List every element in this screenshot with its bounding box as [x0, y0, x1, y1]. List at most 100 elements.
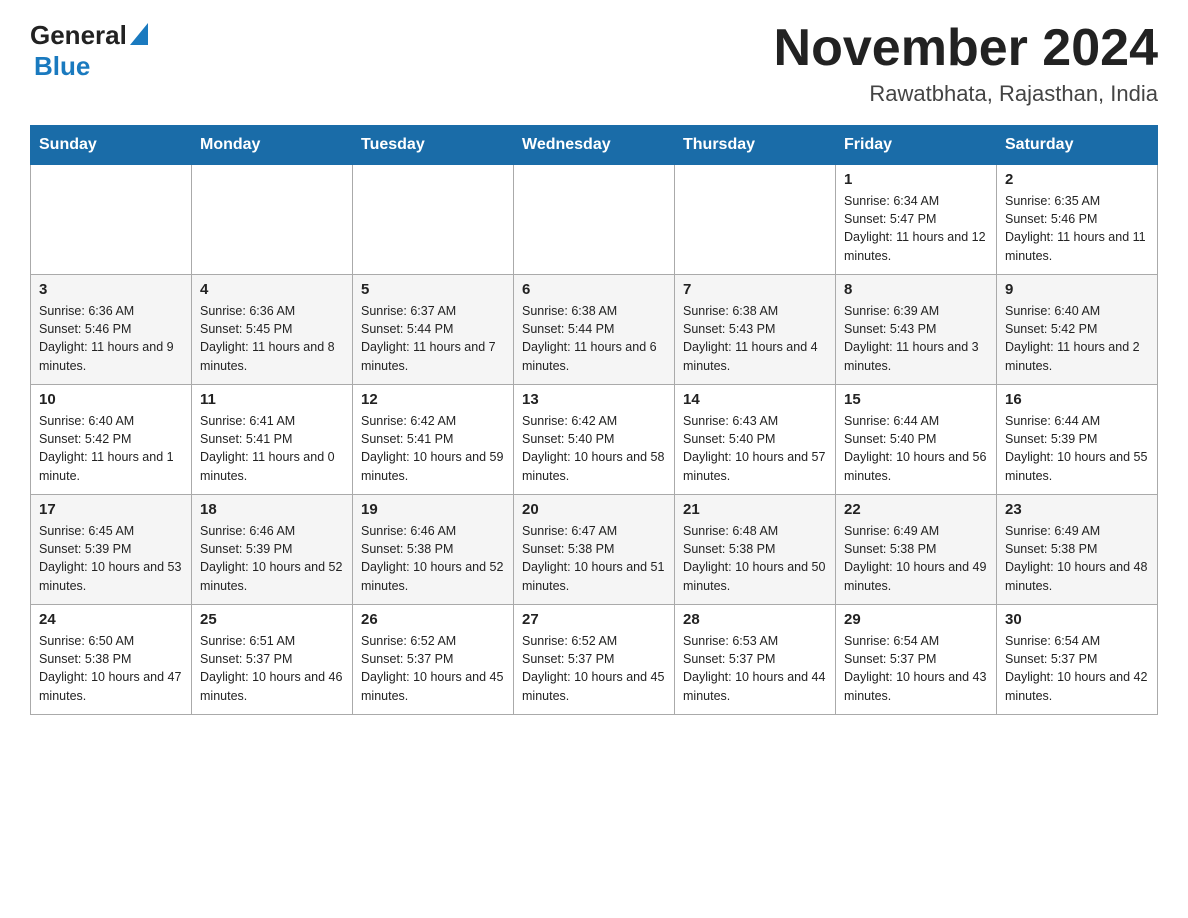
- day-info: Sunrise: 6:48 AM Sunset: 5:38 PM Dayligh…: [683, 522, 827, 595]
- calendar-cell: 30Sunrise: 6:54 AM Sunset: 5:37 PM Dayli…: [997, 605, 1158, 715]
- day-number: 2: [1005, 171, 1149, 188]
- calendar-cell: 23Sunrise: 6:49 AM Sunset: 5:38 PM Dayli…: [997, 495, 1158, 605]
- day-number: 28: [683, 611, 827, 628]
- day-info: Sunrise: 6:52 AM Sunset: 5:37 PM Dayligh…: [361, 632, 505, 705]
- day-info: Sunrise: 6:42 AM Sunset: 5:41 PM Dayligh…: [361, 412, 505, 485]
- day-number: 30: [1005, 611, 1149, 628]
- calendar-cell: 26 Sunrise: 6:52 AM Sunset: 5:37 PM Dayli…: [353, 605, 514, 715]
- calendar-cell: 9 Sunrise: 6:40 AM Sunset: 5:42 PM Daylig…: [997, 275, 1158, 385]
- calendar-cell: 15 Sunrise: 6:44 AM Sunset: 5:40 PM Dayli…: [836, 385, 997, 495]
- col-header-thursday: Thursday: [675, 126, 836, 165]
- day-number: 18: [200, 501, 344, 518]
- calendar-cell: 8Sunrise: 6:39 AM Sunset: 5:43 PM Daylig…: [836, 275, 997, 385]
- calendar-cell: 10 Sunrise: 6:40 AM Sunset: 5:42 PM Dayli…: [31, 385, 192, 495]
- day-info: Sunrise: 6:49 AM Sunset: 5:38 PM Dayligh…: [844, 522, 988, 595]
- day-number: 10: [39, 391, 183, 408]
- day-info: Sunrise: 6:37 AM Sunset: 5:44 PM Dayligh…: [361, 302, 505, 375]
- day-info: Sunrise: 6:38 AM Sunset: 5:43 PM Dayligh…: [683, 302, 827, 375]
- day-number: 15: [844, 391, 988, 408]
- calendar-cell: [192, 165, 353, 275]
- day-info: Sunrise: 6:39 AM Sunset: 5:43 PM Dayligh…: [844, 302, 988, 375]
- day-info: Sunrise: 6:35 AM Sunset: 5:46 PM Dayligh…: [1005, 192, 1149, 265]
- calendar-cell: 24Sunrise: 6:50 AM Sunset: 5:38 PM Dayli…: [31, 605, 192, 715]
- day-info: Sunrise: 6:43 AM Sunset: 5:40 PM Dayligh…: [683, 412, 827, 485]
- calendar-week-row: 1 Sunrise: 6:34 AM Sunset: 5:47 PM Daylig…: [31, 165, 1158, 275]
- day-info: Sunrise: 6:44 AM Sunset: 5:39 PM Dayligh…: [1005, 412, 1149, 485]
- location-subtitle: Rawatbhata, Rajasthan, India: [774, 81, 1158, 107]
- logo-general-text: General: [30, 20, 127, 51]
- calendar-cell: [675, 165, 836, 275]
- logo: General Blue: [30, 20, 151, 82]
- calendar-cell: 5 Sunrise: 6:37 AM Sunset: 5:44 PM Daylig…: [353, 275, 514, 385]
- calendar-week-row: 10 Sunrise: 6:40 AM Sunset: 5:42 PM Dayli…: [31, 385, 1158, 495]
- calendar-cell: 6Sunrise: 6:38 AM Sunset: 5:44 PM Daylig…: [514, 275, 675, 385]
- day-info: Sunrise: 6:40 AM Sunset: 5:42 PM Dayligh…: [39, 412, 183, 485]
- calendar-table: SundayMondayTuesdayWednesdayThursdayFrid…: [30, 125, 1158, 715]
- day-number: 26: [361, 611, 505, 628]
- day-number: 9: [1005, 281, 1149, 298]
- day-info: Sunrise: 6:36 AM Sunset: 5:45 PM Dayligh…: [200, 302, 344, 375]
- title-block: November 2024 Rawatbhata, Rajasthan, Ind…: [774, 20, 1158, 107]
- day-number: 12: [361, 391, 505, 408]
- col-header-monday: Monday: [192, 126, 353, 165]
- calendar-cell: 12 Sunrise: 6:42 AM Sunset: 5:41 PM Dayli…: [353, 385, 514, 495]
- calendar-cell: 28 Sunrise: 6:53 AM Sunset: 5:37 PM Dayli…: [675, 605, 836, 715]
- calendar-cell: 1 Sunrise: 6:34 AM Sunset: 5:47 PM Daylig…: [836, 165, 997, 275]
- day-number: 17: [39, 501, 183, 518]
- calendar-cell: [31, 165, 192, 275]
- day-info: Sunrise: 6:53 AM Sunset: 5:37 PM Dayligh…: [683, 632, 827, 705]
- logo-triangle-icon: [130, 23, 148, 45]
- calendar-cell: 18Sunrise: 6:46 AM Sunset: 5:39 PM Dayli…: [192, 495, 353, 605]
- day-number: 16: [1005, 391, 1149, 408]
- day-number: 1: [844, 171, 988, 188]
- day-info: Sunrise: 6:54 AM Sunset: 5:37 PM Dayligh…: [844, 632, 988, 705]
- day-number: 14: [683, 391, 827, 408]
- day-number: 3: [39, 281, 183, 298]
- day-info: Sunrise: 6:42 AM Sunset: 5:40 PM Dayligh…: [522, 412, 666, 485]
- calendar-cell: 14 Sunrise: 6:43 AM Sunset: 5:40 PM Dayli…: [675, 385, 836, 495]
- day-info: Sunrise: 6:46 AM Sunset: 5:38 PM Dayligh…: [361, 522, 505, 595]
- col-header-friday: Friday: [836, 126, 997, 165]
- calendar-cell: 4 Sunrise: 6:36 AM Sunset: 5:45 PM Daylig…: [192, 275, 353, 385]
- calendar-week-row: 17Sunrise: 6:45 AM Sunset: 5:39 PM Dayli…: [31, 495, 1158, 605]
- logo-blue-text: Blue: [30, 51, 151, 82]
- day-info: Sunrise: 6:47 AM Sunset: 5:38 PM Dayligh…: [522, 522, 666, 595]
- day-number: 6: [522, 281, 666, 298]
- day-info: Sunrise: 6:51 AM Sunset: 5:37 PM Dayligh…: [200, 632, 344, 705]
- day-number: 21: [683, 501, 827, 518]
- day-number: 7: [683, 281, 827, 298]
- col-header-wednesday: Wednesday: [514, 126, 675, 165]
- col-header-tuesday: Tuesday: [353, 126, 514, 165]
- day-info: Sunrise: 6:41 AM Sunset: 5:41 PM Dayligh…: [200, 412, 344, 485]
- day-headers-row: SundayMondayTuesdayWednesdayThursdayFrid…: [31, 126, 1158, 165]
- day-info: Sunrise: 6:40 AM Sunset: 5:42 PM Dayligh…: [1005, 302, 1149, 375]
- calendar-week-row: 24Sunrise: 6:50 AM Sunset: 5:38 PM Dayli…: [31, 605, 1158, 715]
- calendar-cell: 27Sunrise: 6:52 AM Sunset: 5:37 PM Dayli…: [514, 605, 675, 715]
- calendar-cell: 22 Sunrise: 6:49 AM Sunset: 5:38 PM Dayli…: [836, 495, 997, 605]
- calendar-cell: 16 Sunrise: 6:44 AM Sunset: 5:39 PM Dayli…: [997, 385, 1158, 495]
- calendar-cell: 13 Sunrise: 6:42 AM Sunset: 5:40 PM Dayli…: [514, 385, 675, 495]
- calendar-cell: 21 Sunrise: 6:48 AM Sunset: 5:38 PM Dayli…: [675, 495, 836, 605]
- calendar-cell: 20 Sunrise: 6:47 AM Sunset: 5:38 PM Dayli…: [514, 495, 675, 605]
- col-header-sunday: Sunday: [31, 126, 192, 165]
- calendar-cell: 7 Sunrise: 6:38 AM Sunset: 5:43 PM Daylig…: [675, 275, 836, 385]
- page-header: General Blue November 2024 Rawatbhata, R…: [30, 20, 1158, 107]
- day-number: 13: [522, 391, 666, 408]
- day-number: 22: [844, 501, 988, 518]
- month-title: November 2024: [774, 20, 1158, 77]
- calendar-cell: 2 Sunrise: 6:35 AM Sunset: 5:46 PM Daylig…: [997, 165, 1158, 275]
- calendar-cell: 11Sunrise: 6:41 AM Sunset: 5:41 PM Dayli…: [192, 385, 353, 495]
- calendar-cell: [353, 165, 514, 275]
- day-info: Sunrise: 6:52 AM Sunset: 5:37 PM Dayligh…: [522, 632, 666, 705]
- day-number: 19: [361, 501, 505, 518]
- day-number: 4: [200, 281, 344, 298]
- day-number: 20: [522, 501, 666, 518]
- calendar-cell: 17Sunrise: 6:45 AM Sunset: 5:39 PM Dayli…: [31, 495, 192, 605]
- day-info: Sunrise: 6:49 AM Sunset: 5:38 PM Dayligh…: [1005, 522, 1149, 595]
- day-number: 5: [361, 281, 505, 298]
- calendar-cell: 25Sunrise: 6:51 AM Sunset: 5:37 PM Dayli…: [192, 605, 353, 715]
- day-info: Sunrise: 6:50 AM Sunset: 5:38 PM Dayligh…: [39, 632, 183, 705]
- day-info: Sunrise: 6:36 AM Sunset: 5:46 PM Dayligh…: [39, 302, 183, 375]
- day-info: Sunrise: 6:44 AM Sunset: 5:40 PM Dayligh…: [844, 412, 988, 485]
- day-info: Sunrise: 6:34 AM Sunset: 5:47 PM Dayligh…: [844, 192, 988, 265]
